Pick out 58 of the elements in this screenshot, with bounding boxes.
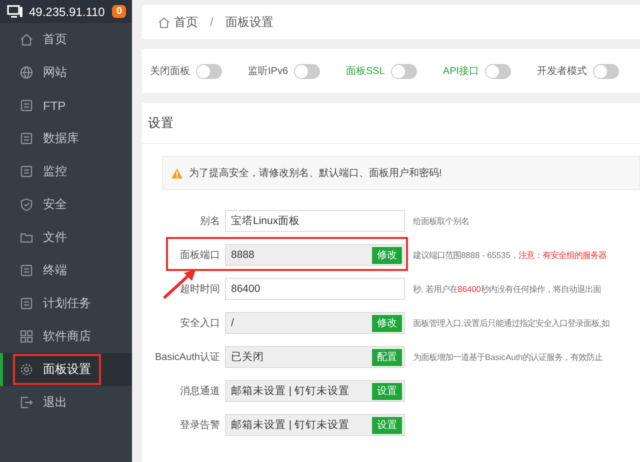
- sidebar-item[interactable]: 首页: [0, 23, 132, 56]
- sidebar-item[interactable]: 软件商店: [0, 320, 132, 353]
- field-description: 给面板取个别名: [413, 216, 469, 226]
- toggle-switch[interactable]: [196, 64, 222, 78]
- toggle-label: 监听IPv6: [248, 65, 288, 78]
- field-label: BasicAuth认证: [154, 351, 220, 364]
- field-description: 面板管理入口,设置后只能通过指定安全入口登录面板,如: [413, 318, 610, 328]
- breadcrumb-link[interactable]: 首页: [174, 14, 198, 30]
- toggle-label: 关闭面板: [150, 64, 190, 78]
- toggle-switch[interactable]: [593, 64, 620, 78]
- field-label: 面板端口: [179, 248, 220, 262]
- field-description: 建议端口范围8888 - 65535，注意：有安全组的服务器: [413, 250, 606, 260]
- field-label: 登录告警: [179, 418, 220, 432]
- text-field: 邮箱未设置 | 钉钉未设置 设置: [225, 414, 405, 436]
- shield-icon: [20, 198, 33, 211]
- sidebar-item[interactable]: 文件: [0, 221, 132, 254]
- home-icon: [20, 33, 33, 46]
- text-field[interactable]: 86400: [225, 278, 405, 300]
- breadcrumb-current: 面板设置: [225, 14, 274, 30]
- sidebar-item[interactable]: 面板设置: [0, 353, 132, 386]
- home-icon: [158, 16, 170, 28]
- server-ip: 49.235.91.110: [29, 4, 106, 18]
- text-field: 邮箱未设置 | 钉钉未设置 设置: [225, 380, 405, 402]
- sidebar-item[interactable]: 终端: [0, 254, 132, 287]
- text-field: / 修改: [225, 312, 405, 334]
- grid-icon: [20, 330, 33, 343]
- toggle-switch[interactable]: [294, 64, 320, 78]
- field-label: 别名: [199, 215, 220, 228]
- gear-icon: [20, 363, 33, 376]
- sidebar-item[interactable]: 数据库: [0, 122, 132, 155]
- text-field: 8888 修改: [225, 244, 405, 266]
- sidebar-item[interactable]: 网站: [0, 56, 132, 89]
- sidebar-item[interactable]: FTP: [0, 89, 132, 122]
- field-description: 秒, 若用户在86400秒内没有任何操作，将自动退出面: [413, 284, 601, 294]
- logout-icon: [20, 396, 33, 409]
- warning-icon: [171, 168, 183, 178]
- sidebar-item[interactable]: 退出: [0, 386, 132, 419]
- breadcrumb-separator: /: [210, 15, 214, 29]
- sidebar-item[interactable]: 计划任务: [0, 287, 132, 320]
- toggle-switch[interactable]: [485, 64, 512, 78]
- toggle-label: 开发者模式: [537, 64, 588, 78]
- globe-icon: [20, 66, 33, 79]
- field-label: 超时时间: [179, 282, 220, 296]
- annotation-arrow: [162, 268, 198, 300]
- section-title: 设置: [138, 103, 640, 144]
- sidebar-item[interactable]: 监控: [0, 155, 132, 188]
- toggle-label: API接口: [442, 64, 480, 78]
- field-description: 为面板增加一道基于BasicAuth的认证服务，有效防止: [413, 352, 603, 362]
- field-label: 安全入口: [179, 316, 220, 330]
- alert-text: 为了提高安全，请修改别名、默认端口、面板用户和密码!: [189, 166, 442, 180]
- monitor-icon: [7, 5, 23, 18]
- text-field: 已关闭 配置: [225, 346, 405, 368]
- field-label: 消息通道: [179, 384, 220, 398]
- folder-icon: [20, 231, 33, 244]
- toggle-label: 面板SSL: [346, 64, 385, 78]
- sidebar-item[interactable]: 安全: [0, 188, 132, 221]
- toggle-switch[interactable]: [390, 64, 417, 78]
- text-field[interactable]: 宝塔Linux面板: [225, 210, 405, 232]
